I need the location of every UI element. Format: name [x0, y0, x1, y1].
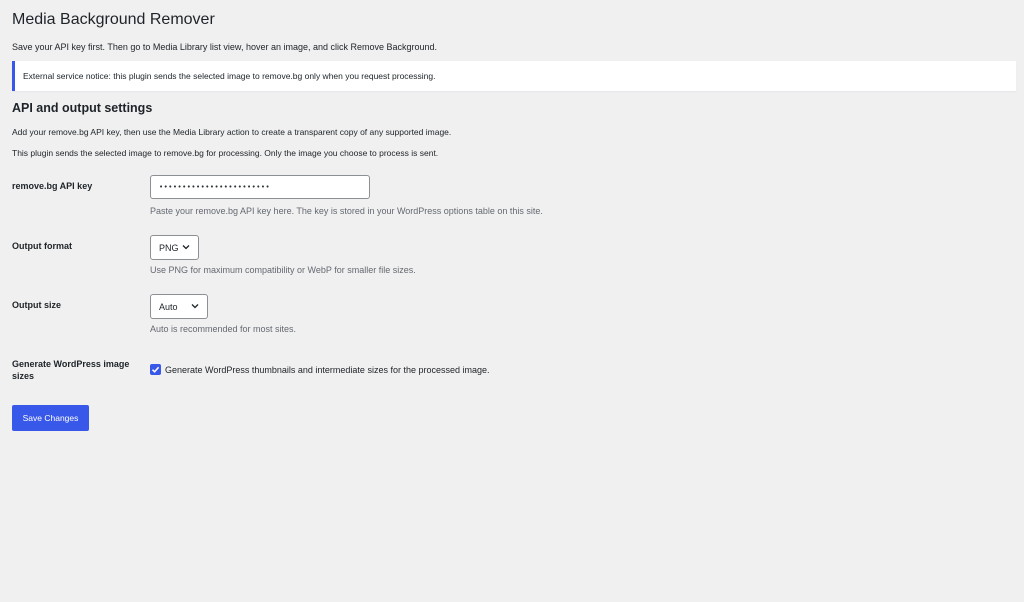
intro-text: Save your API key first. Then go to Medi…: [12, 42, 438, 52]
api-key-input[interactable]: [150, 175, 370, 199]
chevron-down-icon: [182, 245, 190, 250]
checkmark-icon: [151, 366, 160, 373]
output-size-label: Output size: [12, 300, 61, 310]
output-format-label: Output format: [12, 241, 72, 251]
output-format-description: Use PNG for maximum compatibility or Web…: [150, 265, 416, 275]
output-format-value: PNG: [159, 242, 179, 253]
chevron-down-icon: [191, 304, 199, 309]
external-service-notice: External service notice: this plugin sen…: [12, 61, 1016, 91]
output-size-description: Auto is recommended for most sites.: [150, 324, 297, 334]
save-changes-button[interactable]: Save Changes: [12, 405, 89, 431]
section-title: API and output settings: [12, 101, 153, 115]
output-size-value: Auto: [159, 301, 178, 312]
output-format-select[interactable]: PNG: [150, 235, 199, 260]
api-key-label: remove.bg API key: [12, 181, 93, 191]
api-key-description: Paste your remove.bg API key here. The k…: [150, 206, 543, 216]
generate-sizes-checkbox-label[interactable]: Generate WordPress thumbnails and interm…: [165, 365, 490, 375]
generate-sizes-label: Generate WordPress image sizes: [12, 359, 130, 381]
section-description-2: This plugin sends the selected image to …: [12, 148, 439, 158]
section-description-1: Add your remove.bg API key, then use the…: [12, 127, 452, 137]
notice-text: External service notice: this plugin sen…: [23, 71, 436, 81]
page-title: Media Background Remover: [12, 11, 215, 28]
generate-sizes-checkbox[interactable]: [150, 364, 161, 375]
output-size-select[interactable]: Auto: [150, 294, 208, 319]
